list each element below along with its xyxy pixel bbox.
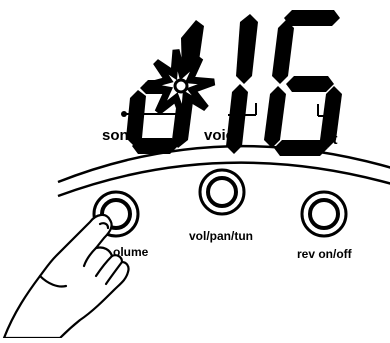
- mode-label-voice: voice: [204, 127, 242, 144]
- panel-svg: song voice kit olume vol/pan/tun rev on/…: [2, 10, 390, 340]
- control-panel-illustration: song voice kit olume vol/pan/tun rev on/…: [0, 0, 390, 340]
- rev-on-off-button[interactable]: [300, 190, 348, 238]
- vol-pan-tun-button-label: vol/pan/tun: [189, 229, 253, 243]
- mode-label-kit: kit: [320, 131, 338, 148]
- vol-pan-tun-button[interactable]: [198, 168, 246, 216]
- sparkle-flash-icon: [145, 49, 216, 122]
- mode-label-song: song: [102, 127, 138, 144]
- rev-on-off-button-label: rev on/off: [297, 247, 353, 261]
- mode-indicator-markers: [121, 100, 331, 119]
